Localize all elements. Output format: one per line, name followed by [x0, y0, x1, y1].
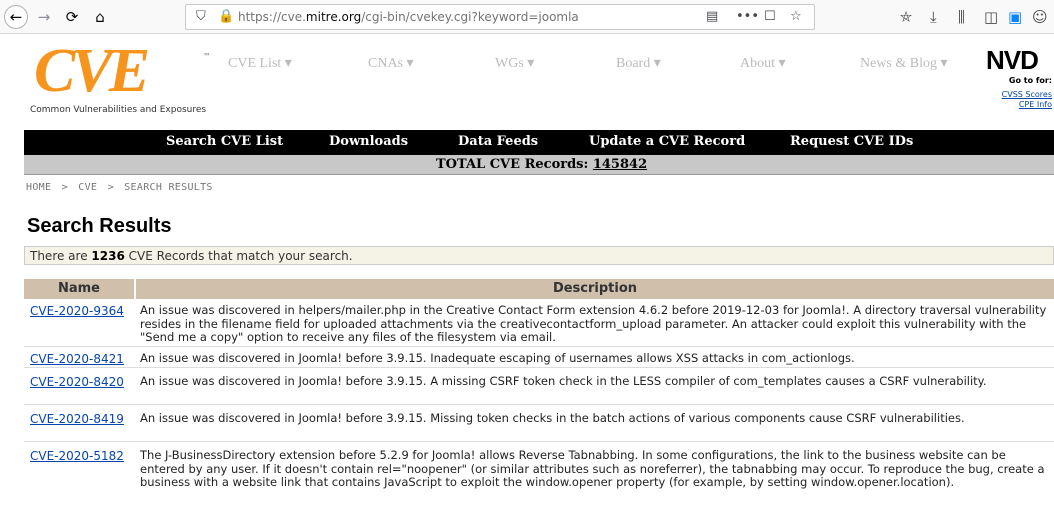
- account-icon[interactable]: ☺: [1032, 8, 1048, 26]
- table-row: CVE-2020-8419 An issue was discovered in…: [24, 409, 1054, 442]
- cve-id-link[interactable]: CVE-2020-8421: [30, 352, 124, 366]
- cve-description: An issue was discovered in helpers/maile…: [140, 303, 1047, 344]
- result-count-value: 1236: [91, 249, 125, 263]
- total-count-link[interactable]: 145842: [593, 157, 647, 172]
- nvd-link-cvss[interactable]: CVSS Scores: [1002, 90, 1052, 99]
- browser-toolbar: ← → ⟳ ⌂ ⛉ 🔒 https://cve.mitre.org/cgi-bi…: [0, 0, 1054, 34]
- nvd-logo[interactable]: NVD: [986, 45, 1039, 76]
- breadcrumb: HOME > CVE > SEARCH RESULTS: [24, 182, 215, 193]
- cve-description: An issue was discovered in Joomla! befor…: [140, 411, 965, 425]
- pocket-icon[interactable]: ☐: [764, 9, 776, 24]
- breadcrumb-separator: >: [107, 182, 114, 193]
- save-icon[interactable]: ▣: [1008, 8, 1022, 26]
- cve-id-link[interactable]: CVE-2020-5182: [30, 449, 124, 463]
- cve-id-link[interactable]: CVE-2020-8419: [30, 412, 124, 426]
- menu-cnas[interactable]: CNAs ▾: [368, 55, 414, 72]
- cve-description: An issue was discovered in Joomla! befor…: [140, 374, 987, 388]
- url-bar[interactable]: ⛉ 🔒 https://cve.mitre.org/cgi-bin/cvekey…: [185, 4, 815, 30]
- page-actions-icon[interactable]: •••: [736, 9, 759, 24]
- column-header-name: Name: [24, 279, 134, 299]
- nav-update-cve-record[interactable]: Update a CVE Record: [589, 134, 745, 149]
- page-title: Search Results: [27, 215, 172, 237]
- total-records: TOTAL CVE Records: 145842: [436, 157, 647, 172]
- main-nav: Search CVE List Downloads Data Feeds Upd…: [24, 130, 1054, 155]
- back-arrow-icon[interactable]: ←: [4, 5, 28, 29]
- table-row: CVE-2020-5182 The J-BusinessDirectory ex…: [24, 446, 1054, 506]
- menu-board[interactable]: Board ▾: [616, 55, 661, 72]
- cve-description: The J-BusinessDirectory extension before…: [140, 448, 1045, 489]
- menu-news-blog[interactable]: News & Blog ▾: [860, 55, 948, 72]
- nav-downloads[interactable]: Downloads: [329, 134, 408, 149]
- column-header-description: Description: [136, 279, 1054, 299]
- shield-icon[interactable]: ⛉: [196, 9, 206, 24]
- bookmark-star-icon[interactable]: ☆: [790, 9, 802, 24]
- nvd-goto-label: Go to for:: [1008, 76, 1052, 85]
- table-row: CVE-2020-9364 An issue was discovered in…: [24, 301, 1054, 347]
- download-icon[interactable]: ⤓: [930, 8, 937, 26]
- nav-data-feeds[interactable]: Data Feeds: [458, 134, 538, 149]
- breadcrumb-cve[interactable]: CVE: [78, 182, 97, 193]
- sidebar-icon[interactable]: ◫: [984, 8, 998, 26]
- breadcrumb-separator: >: [61, 182, 68, 193]
- home-icon[interactable]: ⌂: [88, 5, 112, 29]
- url-text: https://cve.mitre.org/cgi-bin/cvekey.cgi…: [238, 10, 579, 24]
- logo-trademark: ™: [203, 52, 211, 61]
- table-row: CVE-2020-8421 An issue was discovered in…: [24, 349, 1054, 368]
- lock-icon[interactable]: 🔒: [218, 9, 234, 24]
- library-icon[interactable]: ⫼: [958, 8, 965, 26]
- cve-description: An issue was discovered in Joomla! befor…: [140, 351, 855, 365]
- nav-search-cve-list[interactable]: Search CVE List: [166, 134, 283, 149]
- result-count-text: There are 1236 CVE Records that match yo…: [30, 249, 353, 263]
- cve-id-link[interactable]: CVE-2020-8420: [30, 375, 124, 389]
- reader-view-icon[interactable]: ▤: [706, 9, 718, 24]
- result-count-bar: There are 1236 CVE Records that match yo…: [24, 246, 1054, 265]
- breadcrumb-search-results: SEARCH RESULTS: [124, 182, 213, 193]
- nav-request-cve-ids[interactable]: Request CVE IDs: [790, 134, 913, 149]
- total-records-bar: TOTAL CVE Records: 145842: [24, 155, 1054, 175]
- logo-subtitle: Common Vulnerabilities and Exposures: [30, 105, 207, 115]
- forward-arrow-icon[interactable]: →: [32, 5, 56, 29]
- reload-icon[interactable]: ⟳: [60, 5, 84, 29]
- menu-cve-list[interactable]: CVE List ▾: [228, 55, 292, 72]
- bookmarks-icon[interactable]: ⛤: [900, 8, 912, 26]
- menu-wgs[interactable]: WGs ▾: [495, 55, 534, 72]
- menu-about[interactable]: About ▾: [740, 55, 786, 72]
- table-row: CVE-2020-8420 An issue was discovered in…: [24, 372, 1054, 405]
- nvd-link-cpe[interactable]: CPE Info: [1019, 100, 1052, 109]
- cve-id-link[interactable]: CVE-2020-9364: [30, 304, 124, 318]
- total-label: TOTAL CVE Records:: [436, 157, 589, 172]
- cve-logo[interactable]: CVE: [34, 40, 150, 102]
- breadcrumb-home[interactable]: HOME: [26, 182, 51, 193]
